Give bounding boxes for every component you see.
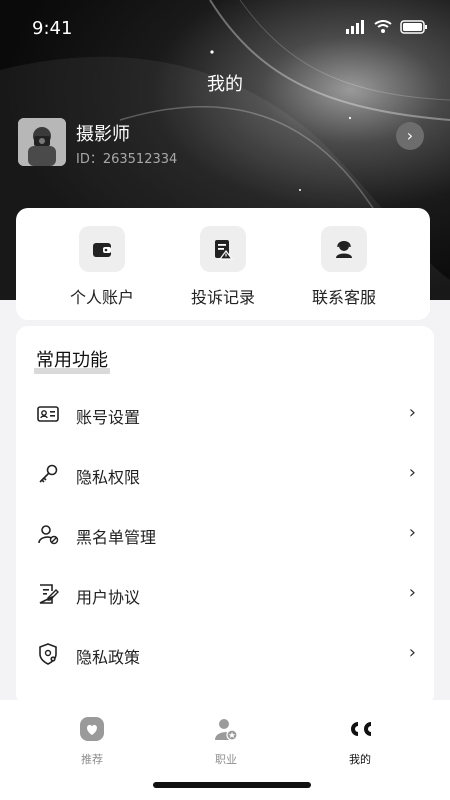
- menu-item-account-settings[interactable]: 账号设置 ›: [36, 394, 416, 434]
- menu-item-privacy-policy[interactable]: 隐私政策 ›: [36, 634, 416, 674]
- menu-item-label: 黑名单管理: [76, 528, 157, 547]
- document-edit-icon: [39, 584, 59, 604]
- status-time: 9:41: [32, 18, 73, 39]
- quick-action-label: 联系客服: [311, 288, 376, 307]
- quick-action-label: 个人账户: [69, 288, 134, 307]
- quick-action-label: 投诉记录: [190, 288, 255, 307]
- avatar[interactable]: [18, 118, 66, 166]
- profile-chevron-icon[interactable]: ›: [396, 122, 424, 150]
- chevron-right-icon: ›: [408, 582, 416, 603]
- quick-actions-card: 个人账户 投诉记录 联系客服: [16, 208, 430, 320]
- id-card-icon: [37, 406, 59, 422]
- customer-service-icon: [336, 240, 352, 258]
- signal-icon: [346, 20, 364, 34]
- page-title: 我的: [207, 74, 243, 95]
- home-indicator[interactable]: [153, 782, 311, 788]
- user-star-icon: [215, 719, 238, 741]
- battery-icon: [400, 20, 427, 34]
- wifi-icon: [374, 20, 392, 33]
- blocked-user-icon: [38, 525, 59, 545]
- tab-label: 我的: [349, 753, 371, 766]
- tab-recommend[interactable]: 推荐: [42, 716, 142, 767]
- quick-action-complaints[interactable]: 投诉记录: [163, 226, 283, 308]
- tab-label: 职业: [215, 753, 237, 766]
- chevron-right-icon: ›: [408, 522, 416, 543]
- cc-icon: [351, 722, 371, 736]
- quick-action-account[interactable]: 个人账户: [42, 226, 162, 308]
- menu-item-label: 账号设置: [76, 408, 141, 427]
- section-title: 常用功能: [34, 346, 110, 374]
- key-icon: [39, 464, 58, 483]
- quick-action-support[interactable]: 联系客服: [284, 226, 404, 308]
- profile-id: ID：263512334: [76, 152, 178, 167]
- profile-row[interactable]: 摄影师 ID：263512334 ›: [18, 118, 430, 170]
- chevron-right-icon: ›: [408, 402, 416, 423]
- heart-icon: [80, 717, 104, 741]
- common-functions-card: 常用功能 账号设置 › 隐私权限 › 黑名单管理 › 用户协议 › 隐私政策 ›: [16, 326, 434, 706]
- tab-label: 推荐: [81, 753, 103, 766]
- menu-item-privacy-permissions[interactable]: 隐私权限 ›: [36, 454, 416, 494]
- menu-item-user-agreement[interactable]: 用户协议 ›: [36, 574, 416, 614]
- menu-item-label: 隐私政策: [76, 648, 141, 667]
- menu-item-label: 隐私权限: [76, 468, 141, 487]
- tab-mine[interactable]: 我的: [310, 716, 410, 767]
- menu-item-label: 用户协议: [76, 588, 141, 607]
- chevron-right-icon: ›: [408, 642, 416, 663]
- chevron-right-icon: ›: [408, 462, 416, 483]
- shield-gear-icon: [39, 643, 57, 665]
- status-bar: 9:41: [32, 18, 428, 42]
- wallet-icon: [93, 243, 111, 257]
- tab-career[interactable]: 职业: [176, 716, 276, 767]
- menu-item-blacklist[interactable]: 黑名单管理 ›: [36, 514, 416, 554]
- complaint-record-icon: [215, 240, 234, 260]
- profile-name: 摄影师: [76, 124, 130, 145]
